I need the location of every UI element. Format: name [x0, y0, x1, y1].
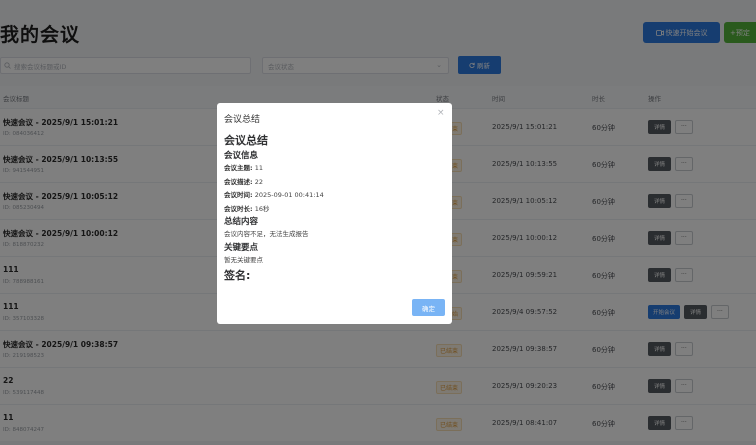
- info-time-label: 会议时间:: [224, 191, 253, 199]
- info-time: 会议时间: 2025-09-01 00:41:14: [224, 189, 444, 203]
- summary-content-heading: 总结内容: [224, 217, 259, 227]
- meeting-summary-dialog: 会议总结 × 会议总结 会议信息 会议主题: 11 会议描述: 22 会议时间:…: [217, 103, 452, 324]
- summary-heading: 会议总结: [224, 134, 268, 147]
- signature-label: 签名:: [224, 269, 251, 282]
- info-time-value: 2025-09-01 00:41:14: [254, 191, 324, 199]
- info-topic-label: 会议主题:: [224, 164, 253, 172]
- keypoints-text: 暂无关键要点: [224, 255, 263, 264]
- info-duration-label: 会议时长:: [224, 204, 253, 213]
- summary-content-text: 会议内容不足，无法生成报告: [224, 230, 309, 238]
- info-duration: 会议时长: 16秒: [224, 203, 444, 217]
- keypoints-heading: 关键要点: [224, 242, 259, 253]
- close-icon[interactable]: ×: [437, 108, 445, 118]
- confirm-button[interactable]: 确定: [412, 299, 445, 316]
- info-duration-value: 16秒: [254, 204, 270, 213]
- info-topic: 会议主题: 11: [224, 162, 444, 176]
- dialog-title: 会议总结: [224, 115, 261, 125]
- dialog-body: 会议总结 会议信息 会议主题: 11 会议描述: 22 会议时间: 2025-0…: [224, 134, 444, 284]
- info-topic-value: 11: [254, 164, 263, 172]
- info-description: 会议描述: 22: [224, 176, 444, 190]
- info-description-value: 22: [254, 177, 263, 186]
- info-description-label: 会议描述:: [224, 177, 253, 186]
- info-heading: 会议信息: [224, 151, 259, 161]
